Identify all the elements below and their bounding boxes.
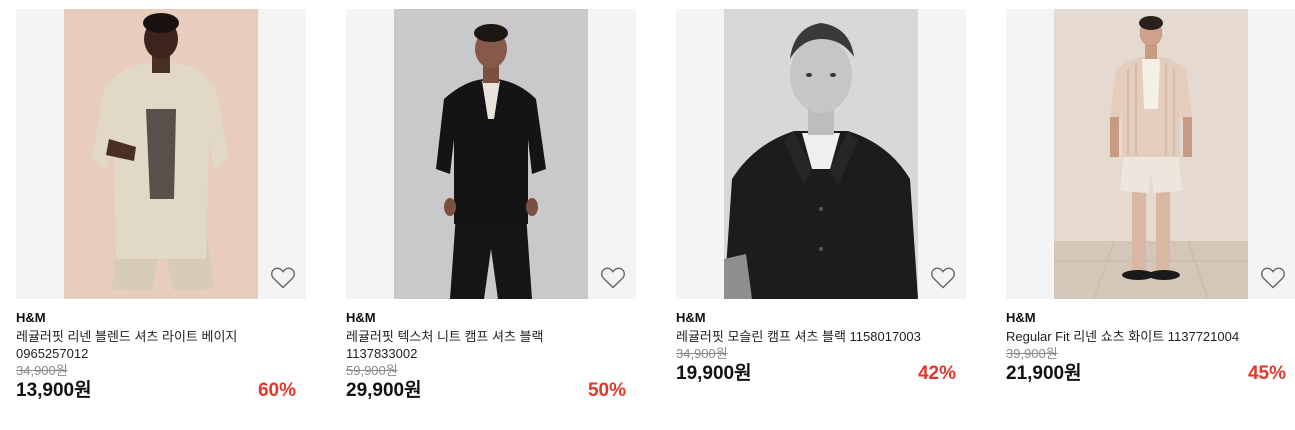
sale-price: 29,900원: [346, 380, 422, 401]
product-grid: H&M 레귤러핏 리넨 블렌드 셔츠 라이트 베이지 0965257012 34…: [0, 0, 1295, 430]
product-photo: [394, 9, 588, 299]
original-price: 39,900원: [1006, 346, 1058, 361]
price-row: 13,900원 60%: [16, 379, 306, 403]
price-row: 29,900원 50%: [346, 379, 636, 403]
product-image-link[interactable]: [346, 9, 636, 299]
product-photo: [1054, 9, 1248, 299]
discount-rate: 60%: [257, 380, 296, 401]
product-image-link[interactable]: [676, 9, 966, 299]
brand-name: H&M: [676, 310, 706, 325]
product-name[interactable]: 레귤러핏 리넨 블렌드 셔츠 라이트 베이지: [16, 328, 306, 345]
heart-outline-icon[interactable]: [1260, 266, 1286, 290]
product-name[interactable]: 레귤러핏 모슬린 캠프 셔츠 블랙 1158017003: [676, 328, 966, 345]
product-card[interactable]: H&M 레귤러핏 텍스처 니트 캠프 셔츠 블랙 1137833002 59,9…: [346, 9, 636, 403]
product-card[interactable]: H&M 레귤러핏 모슬린 캠프 셔츠 블랙 1158017003 34,900원…: [676, 9, 966, 386]
original-price: 59,900원: [346, 363, 398, 378]
product-image-link[interactable]: [1006, 9, 1295, 299]
product-image-link[interactable]: [16, 9, 306, 299]
discount-rate: 42%: [917, 363, 956, 384]
brand-name: H&M: [1006, 310, 1036, 325]
sale-price: 21,900원: [1006, 363, 1082, 384]
product-code: 0965257012: [16, 346, 89, 361]
price-row: 21,900원 45%: [1006, 362, 1295, 386]
sale-price: 19,900원: [676, 363, 752, 384]
brand-name: H&M: [346, 310, 376, 325]
discount-rate: 50%: [587, 380, 626, 401]
sale-price: 13,900원: [16, 380, 92, 401]
price-row: 19,900원 42%: [676, 362, 966, 386]
product-card[interactable]: H&M Regular Fit 리넨 쇼츠 화이트 1137721004 39,…: [1006, 9, 1295, 386]
heart-outline-icon[interactable]: [270, 266, 296, 290]
product-name[interactable]: Regular Fit 리넨 쇼츠 화이트 1137721004: [1006, 328, 1295, 345]
product-photo: [64, 9, 258, 299]
product-code: 1137833002: [346, 346, 418, 361]
brand-name: H&M: [16, 310, 46, 325]
product-card[interactable]: H&M 레귤러핏 리넨 블렌드 셔츠 라이트 베이지 0965257012 34…: [16, 9, 306, 403]
original-price: 34,900원: [16, 363, 68, 378]
heart-outline-icon[interactable]: [930, 266, 956, 290]
heart-outline-icon[interactable]: [600, 266, 626, 290]
product-name[interactable]: 레귤러핏 텍스처 니트 캠프 셔츠 블랙: [346, 328, 636, 345]
discount-rate: 45%: [1247, 363, 1286, 384]
product-photo: [724, 9, 918, 299]
original-price: 34,900원: [676, 346, 728, 361]
